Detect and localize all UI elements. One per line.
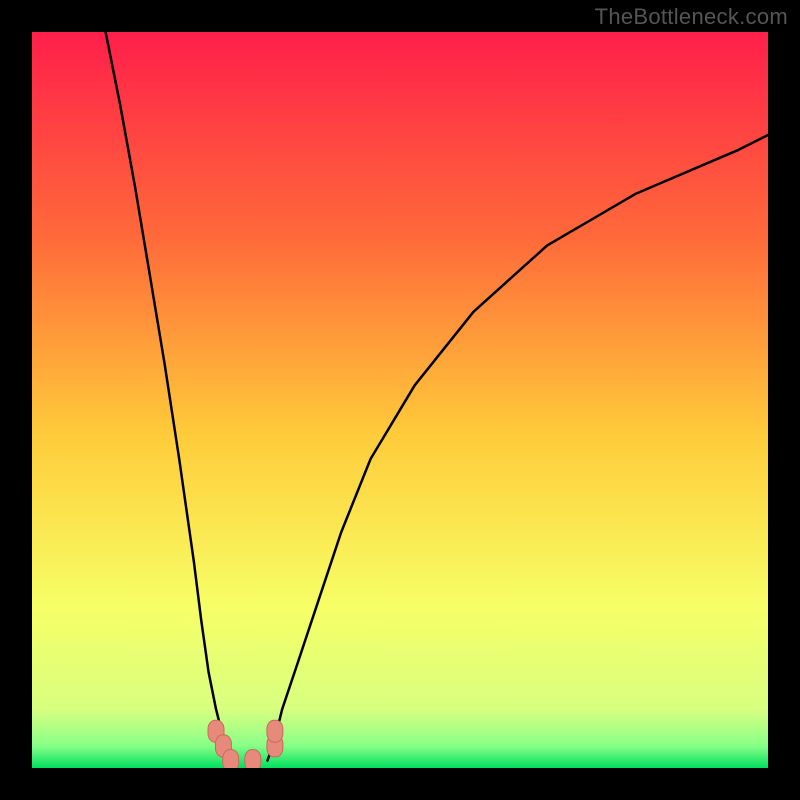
data-marker xyxy=(245,750,261,768)
marker-group xyxy=(208,720,283,768)
watermark-text: TheBottleneck.com xyxy=(595,4,788,30)
data-marker xyxy=(223,750,239,768)
curve-left-branch xyxy=(106,32,231,761)
plot-area xyxy=(32,32,768,768)
curves-layer xyxy=(32,32,768,768)
data-marker xyxy=(267,720,283,742)
chart-frame: TheBottleneck.com xyxy=(0,0,800,800)
curve-right-branch xyxy=(268,135,769,761)
